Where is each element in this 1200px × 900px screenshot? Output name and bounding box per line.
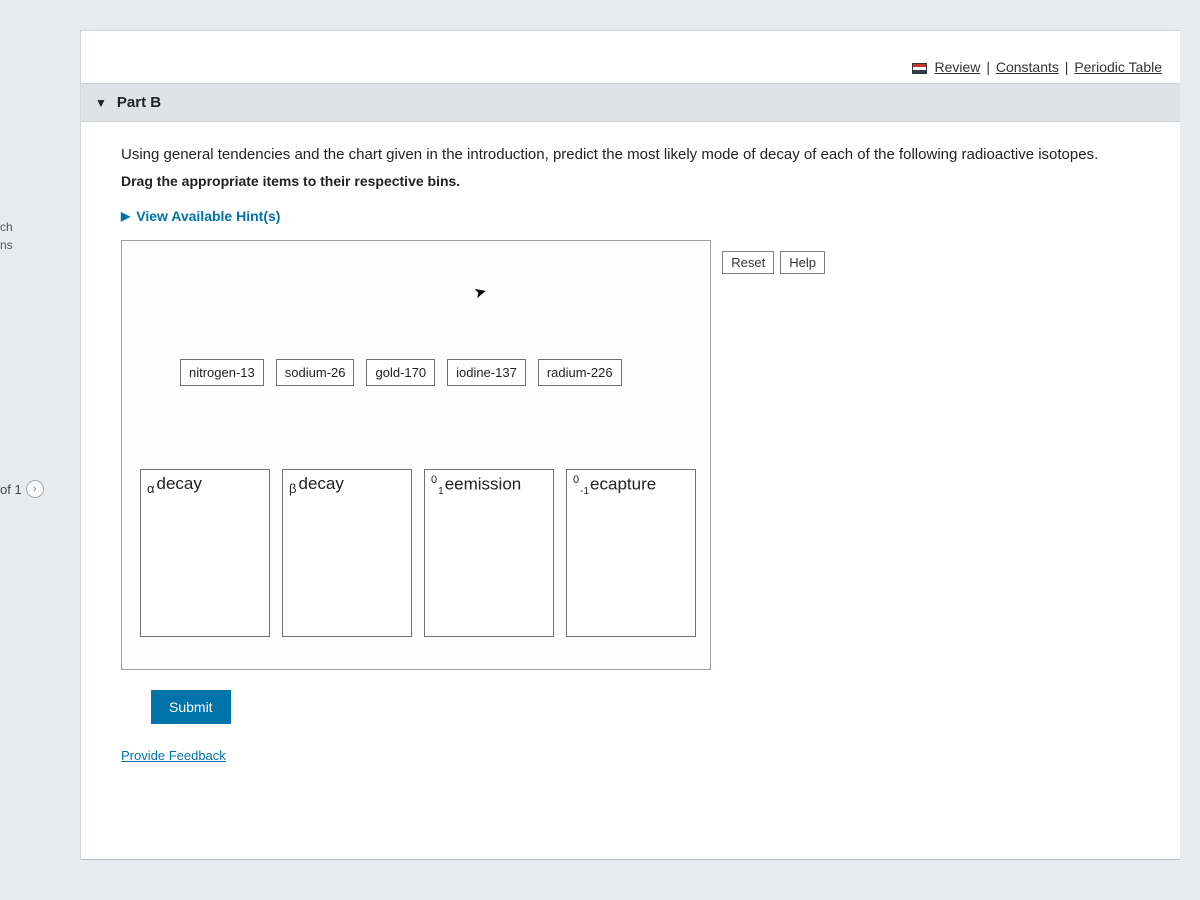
bin-label: βdecay — [289, 474, 344, 496]
body-area: Using general tendencies and the chart g… — [81, 122, 1180, 773]
drag-items: nitrogen-13 sodium-26 gold-170 iodine-13… — [180, 359, 622, 386]
reset-button[interactable]: Reset — [722, 251, 774, 274]
link-separator: | — [1065, 59, 1069, 75]
drag-item-radium-226[interactable]: radium-226 — [538, 359, 622, 386]
bin-beta-decay[interactable]: βdecay — [282, 469, 412, 637]
provide-feedback-link[interactable]: Provide Feedback — [121, 748, 1140, 763]
hints-label: View Available Hint(s) — [136, 208, 280, 224]
top-links: Review | Constants | Periodic Table — [912, 59, 1162, 75]
pager-label: of 1 — [0, 482, 22, 497]
drag-workspace: Reset Help ➤ nitrogen-13 sodium-26 gold-… — [121, 240, 711, 670]
part-title: Part B — [117, 94, 161, 111]
bin-label: αdecay — [147, 474, 202, 496]
flag-icon[interactable] — [912, 63, 927, 74]
sidebar-fragment-1: ch — [0, 220, 13, 234]
submit-button[interactable]: Submit — [151, 690, 231, 724]
drag-item-sodium-26[interactable]: sodium-26 — [276, 359, 355, 386]
bin-label: 01eemission — [431, 474, 521, 497]
instruction-sub: Drag the appropriate items to their resp… — [121, 173, 1140, 189]
link-separator: | — [986, 59, 990, 75]
pager-next-icon[interactable]: › — [26, 480, 44, 498]
triangle-right-icon: ▶ — [121, 209, 130, 223]
drag-item-gold-170[interactable]: gold-170 — [366, 359, 435, 386]
drag-item-nitrogen-13[interactable]: nitrogen-13 — [180, 359, 264, 386]
constants-link[interactable]: Constants — [996, 59, 1059, 75]
workspace-controls: Reset Help — [722, 251, 825, 274]
help-button[interactable]: Help — [780, 251, 825, 274]
pager: of 1 › — [0, 480, 44, 498]
drag-item-iodine-137[interactable]: iodine-137 — [447, 359, 526, 386]
content-panel: Review | Constants | Periodic Table ▼ Pa… — [80, 30, 1180, 860]
part-header[interactable]: ▼ Part B — [81, 83, 1180, 122]
cursor-icon: ➤ — [472, 281, 489, 302]
bin-alpha-decay[interactable]: αdecay — [140, 469, 270, 637]
instruction-main: Using general tendencies and the chart g… — [121, 144, 1140, 167]
review-link[interactable]: Review — [935, 59, 981, 75]
drop-bins: αdecay βdecay 01eemission — [140, 469, 696, 637]
bin-label: 0-1ecapture — [573, 474, 656, 497]
hints-toggle[interactable]: ▶ View Available Hint(s) — [121, 208, 280, 224]
periodic-table-link[interactable]: Periodic Table — [1074, 59, 1162, 75]
sidebar-fragment-2: ns — [0, 238, 13, 252]
bin-positron-emission[interactable]: 01eemission — [424, 469, 554, 637]
caret-down-icon: ▼ — [95, 96, 107, 110]
bin-electron-capture[interactable]: 0-1ecapture — [566, 469, 696, 637]
